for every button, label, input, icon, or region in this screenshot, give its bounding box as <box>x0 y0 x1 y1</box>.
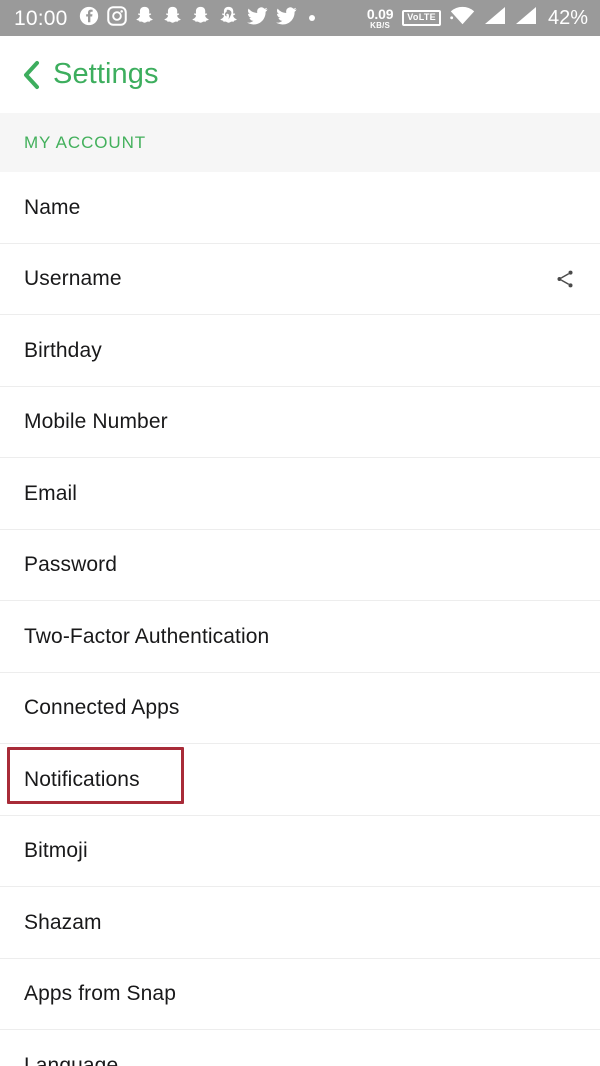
twitter-icon <box>246 6 268 30</box>
status-notification-icons <box>79 5 319 31</box>
settings-row[interactable]: Password <box>0 529 600 601</box>
settings-screen: 10:00 0.09 KB/S VoLTE 42% Settings MY AC… <box>0 0 600 1066</box>
page-title: Settings <box>53 58 159 90</box>
settings-row[interactable]: Shazam <box>0 887 600 959</box>
settings-row-label: Bitmoji <box>24 839 88 863</box>
chevron-left-icon[interactable] <box>18 60 44 90</box>
section-header-my-account: MY ACCOUNT <box>0 113 600 172</box>
settings-row[interactable]: Bitmoji <box>0 815 600 887</box>
settings-row[interactable]: Two-Factor Authentication <box>0 601 600 673</box>
settings-row-label: Shazam <box>24 910 102 934</box>
signal-bars-icon <box>484 6 506 30</box>
settings-row-label: Birthday <box>24 338 102 362</box>
facebook-icon <box>79 6 99 31</box>
instagram-icon <box>106 5 127 31</box>
settings-row-label: Password <box>24 553 118 577</box>
app-header: Settings <box>0 36 600 113</box>
volte-badge: VoLTE <box>402 10 441 26</box>
settings-row-label: Connected Apps <box>24 696 180 720</box>
settings-row[interactable]: Birthday <box>0 315 600 387</box>
settings-row-label: Mobile Number <box>24 410 168 434</box>
settings-row[interactable]: Email <box>0 458 600 530</box>
network-speed-indicator: 0.09 KB/S <box>366 5 394 30</box>
status-system-icons: 0.09 KB/S VoLTE 42% <box>367 6 588 30</box>
settings-row[interactable]: Mobile Number <box>0 386 600 458</box>
snapchat-icon <box>135 5 155 31</box>
snapchat-icon <box>163 5 183 31</box>
network-speed-value: 0.09 <box>366 5 394 22</box>
settings-row-label: Email <box>24 481 78 505</box>
settings-row-label: Username <box>24 267 122 291</box>
settings-row[interactable]: Notifications <box>0 744 600 816</box>
settings-row-label: Apps from Snap <box>24 982 176 1006</box>
settings-row[interactable]: Username <box>0 243 600 315</box>
twitter-icon <box>275 6 297 30</box>
network-speed-unit: KB/S <box>370 20 391 30</box>
settings-list: Name Username Birthday Mobile Number Email Pa… <box>0 172 600 1066</box>
settings-row-label: Notifications <box>24 767 140 791</box>
more-notifications-dot <box>308 15 315 21</box>
settings-row-label: Name <box>24 195 81 219</box>
section-header-label: MY ACCOUNT <box>24 132 147 152</box>
settings-row[interactable]: Apps from Snap <box>0 958 600 1030</box>
settings-row[interactable]: Language <box>0 1030 600 1066</box>
status-bar: 10:00 0.09 KB/S VoLTE 42% <box>0 0 600 36</box>
snapchat-icon <box>191 5 211 31</box>
status-clock: 10:00 <box>14 6 68 30</box>
wifi-icon <box>450 6 475 30</box>
settings-row-label: Two-Factor Authentication <box>24 624 270 648</box>
settings-row[interactable]: Connected Apps <box>0 672 600 744</box>
settings-row-label: Language <box>24 1053 119 1066</box>
snapchat-ghost-icon <box>219 5 239 31</box>
share-icon[interactable] <box>554 268 576 290</box>
settings-row[interactable]: Name <box>0 172 600 244</box>
signal-bars-icon <box>515 6 537 30</box>
battery-percentage: 42% <box>547 7 588 29</box>
